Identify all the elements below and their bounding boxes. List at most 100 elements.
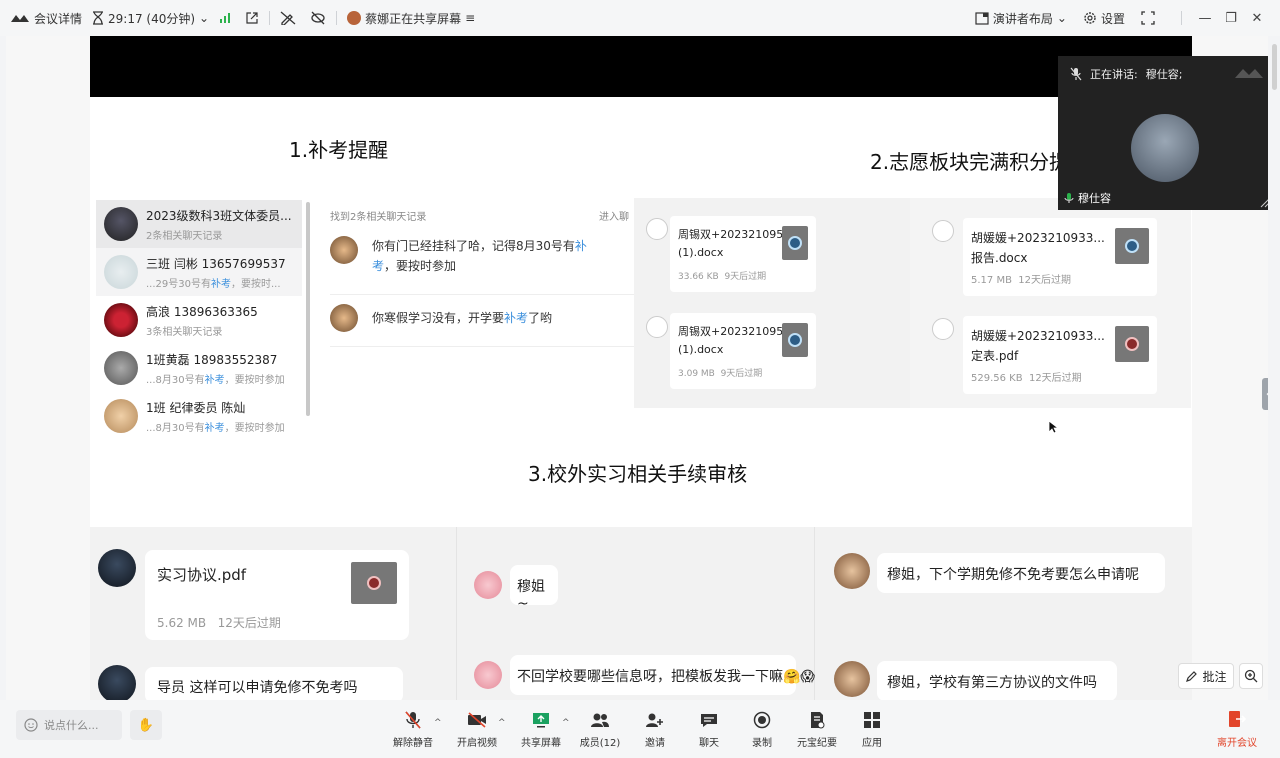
signal-strength-icon[interactable]: [219, 12, 231, 24]
speaker-video-tile[interactable]: 正在讲话: 穆仕容; 穆仕容: [1058, 56, 1268, 210]
message-result[interactable]: 你有门已经挂科了哈，记得8月30号有补考，要按时参加: [330, 236, 592, 276]
files-panel: 周锡双+2023210953... (1).docx 33.66 KB 9天后过期…: [634, 198, 1191, 408]
exit-icon: [1228, 710, 1246, 730]
hide-annotation-icon[interactable]: [280, 11, 296, 25]
avatar: [932, 220, 954, 242]
minimize-icon[interactable]: —: [1192, 11, 1218, 26]
meeting-timer[interactable]: 29:17 (40分钟) ⌄: [92, 10, 209, 27]
chevron-up-icon[interactable]: ^: [434, 718, 442, 728]
menu-icon: ≡: [465, 11, 476, 25]
message-bubble[interactable]: 穆姐，下个学期免修不免考要怎么申请呢: [877, 553, 1165, 593]
list-item[interactable]: 1班 纪律委员 陈灿 ...8月30号有补考，要按时参加: [96, 392, 302, 440]
avatar: [104, 399, 138, 433]
message-bubble[interactable]: 不回学校要哪些信息呀，把模板发我一下嘛🤗😱: [510, 655, 815, 695]
record-icon: [753, 710, 771, 730]
hourglass-icon: [92, 11, 104, 25]
external-link-icon[interactable]: [245, 11, 259, 25]
sharer-avatar: [347, 11, 362, 25]
gear-icon: [1083, 11, 1097, 25]
chevron-down-icon: ⌄: [199, 11, 210, 25]
file-bubble[interactable]: 实习协议.pdf 5.62 MB 12天后过期: [145, 550, 409, 640]
list-item[interactable]: 三班 闫彬 13657699537 ...29号30号有补考，要按时...: [96, 248, 302, 296]
close-icon[interactable]: ✕: [1244, 11, 1270, 26]
avatar: [474, 571, 502, 599]
docx-file-icon: [782, 226, 808, 260]
avatar: [98, 549, 136, 587]
message-bubble[interactable]: 穆姐，学校有第三方协议的文件吗: [877, 661, 1117, 700]
ai-minutes-icon: [808, 710, 826, 730]
message-bubble[interactable]: 穆姐~: [510, 565, 558, 612]
pdf-file-icon: [351, 562, 397, 604]
reaction-input[interactable]: 说点什么...: [16, 710, 122, 740]
file-card[interactable]: 周锡双+2023210953... (1).docx 33.66 KB 9天后过期: [670, 216, 816, 292]
shared-screen: 1.补考提醒 2.志愿板块完满积分提 3.校外实习相关手续审核 2023级数科3…: [6, 36, 1268, 700]
message-bubble[interactable]: 导员 这样可以申请免修不免考吗: [145, 667, 403, 700]
list-item[interactable]: 1班黄磊 18983552387 ...8月30号有补考，要按时参加: [96, 344, 302, 392]
share-screen-button[interactable]: 共享屏幕: [509, 710, 573, 749]
divider: [1181, 11, 1182, 25]
tencent-meeting-logo-icon: [10, 12, 30, 24]
slide-heading-3: 3.校外实习相关手续审核: [528, 462, 748, 486]
pdf-file-icon: [1115, 326, 1149, 362]
scrollbar[interactable]: [1272, 44, 1277, 90]
docx-file-icon: [782, 323, 808, 357]
video-off-icon: [467, 710, 487, 730]
pen-icon: [1185, 670, 1198, 683]
fullscreen-icon[interactable]: [1141, 11, 1155, 25]
avatar: [104, 351, 138, 385]
avatar: [834, 661, 870, 697]
chat-result-list: 2023级数科3班文体委员... 2条相关聊天记录 三班 闫彬 136576995…: [96, 200, 302, 440]
leave-meeting-button[interactable]: 离开会议: [1208, 710, 1266, 749]
chat-icon: [700, 710, 718, 730]
list-item[interactable]: 2023级数科3班文体委员... 2条相关聊天记录: [96, 200, 302, 248]
zoom-in-icon[interactable]: [1239, 663, 1263, 689]
scrollbar[interactable]: [306, 202, 310, 416]
collapse-side-panel-icon[interactable]: ‹: [1262, 378, 1268, 410]
chat-snippets-row: 实习协议.pdf 5.62 MB 12天后过期 导员 这样可以申请免修不免考吗 …: [90, 527, 1192, 700]
divider: [330, 346, 636, 347]
bottom-toolbar: 说点什么... ✋ 解除静音 ^ 开启视频 ^ 共享屏幕 ^ 成员(12) 邀请…: [0, 700, 1280, 758]
hide-view-icon[interactable]: [310, 11, 326, 25]
file-card[interactable]: 胡媛媛+2023210933... 定表.pdf 529.56 KB 12天后过期: [963, 316, 1157, 394]
mic-muted-icon: [1070, 67, 1082, 81]
apps-button[interactable]: 应用: [840, 710, 904, 749]
resize-handle-icon[interactable]: [1260, 198, 1268, 208]
chat-search-panel: 2023级数科3班文体委员... 2条相关聊天记录 三班 闫彬 136576995…: [90, 196, 636, 446]
slide-heading-2: 2.志愿板块完满积分提: [870, 150, 1070, 174]
list-item[interactable]: 高浪 13896363365 3条相关聊天记录: [96, 296, 302, 344]
sharing-status[interactable]: 蔡娜正在共享屏幕 ≡: [347, 10, 475, 27]
chevron-down-icon: ⌄: [1056, 11, 1067, 25]
unmute-button[interactable]: 解除静音: [381, 710, 445, 749]
divider: [269, 11, 271, 25]
chevron-up-icon[interactable]: ^: [498, 718, 506, 728]
members-icon: [590, 710, 610, 730]
file-card[interactable]: 周锡双+2023210953... (1).docx 3.09 MB 9天后过期: [670, 313, 816, 389]
divider: [456, 527, 457, 700]
avatar: [932, 318, 954, 340]
layout-icon: [975, 11, 989, 25]
avatar: [474, 661, 502, 689]
raise-hand-icon[interactable]: ✋: [130, 710, 162, 740]
restore-icon[interactable]: ❐: [1218, 11, 1244, 26]
file-card[interactable]: 胡媛媛+2023210933... 报告.docx 5.17 MB 12天后过期: [963, 218, 1157, 296]
add-user-icon: [645, 710, 665, 730]
top-bar: 会议详情 29:17 (40分钟) ⌄ 蔡娜正在共享屏幕 ≡ 演讲者布局 ⌄ 设…: [0, 0, 1280, 36]
smile-icon: [24, 718, 38, 732]
start-video-button[interactable]: 开启视频: [445, 710, 509, 749]
avatar: [330, 304, 358, 332]
slide-heading-1: 1.补考提醒: [289, 138, 389, 162]
settings-button[interactable]: 设置: [1083, 10, 1125, 27]
avatar: [330, 236, 358, 264]
annotate-button[interactable]: 批注: [1178, 663, 1234, 689]
avatar: [104, 255, 138, 289]
avatar: [834, 553, 870, 589]
enter-chat-link[interactable]: 进入聊: [599, 208, 629, 223]
message-result[interactable]: 你寒假学习没有，开学要补考了哟: [330, 304, 592, 332]
avatar: [646, 316, 668, 338]
speaker-avatar: [1131, 114, 1199, 182]
apps-grid-icon: [863, 710, 881, 730]
avatar: [104, 303, 138, 337]
meeting-details-button[interactable]: 会议详情: [10, 10, 82, 27]
docx-file-icon: [1115, 228, 1149, 264]
layout-button[interactable]: 演讲者布局 ⌄: [975, 10, 1067, 27]
